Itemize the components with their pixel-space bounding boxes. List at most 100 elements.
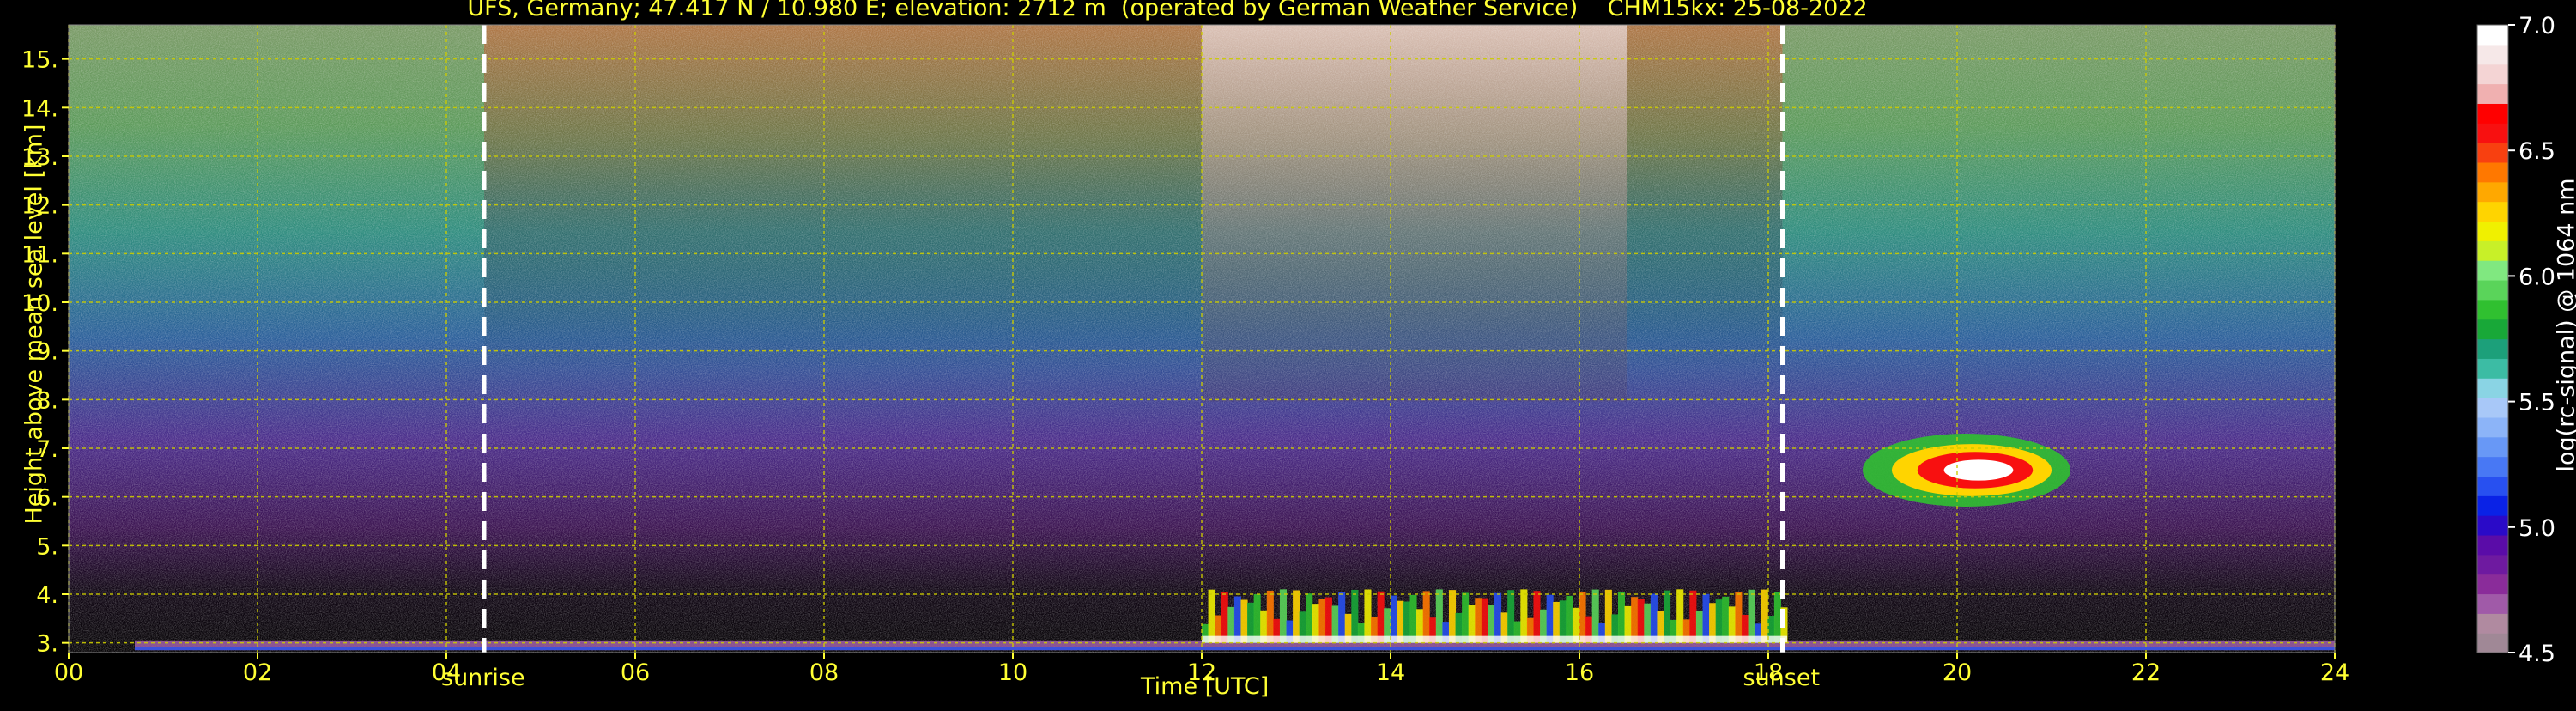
boundary-layer-strip: [1735, 592, 1742, 643]
colorbar-segment: [2477, 103, 2508, 123]
chart-canvas: 000204060810121416182022243.4.5.6.7.8.9.…: [0, 0, 2576, 708]
colorbar-segment: [2477, 495, 2508, 515]
colorbar-tick-label: 4.5: [2518, 641, 2555, 667]
boundary-layer-strip: [1280, 589, 1287, 642]
colorbar-segment: [2477, 613, 2508, 633]
boundary-layer-strip: [1409, 595, 1416, 643]
boundary-layer-strip: [1664, 591, 1670, 643]
colorbar-tick-label: 7.0: [2518, 13, 2555, 40]
boundary-layer-strip: [1306, 593, 1312, 642]
boundary-layer-strip: [1605, 590, 1612, 643]
colorbar-segment: [2477, 417, 2508, 437]
boundary-layer-strip: [1774, 592, 1781, 643]
colorbar-tick-label: 6.0: [2518, 264, 2555, 290]
y-tick-label: 15.: [21, 47, 58, 74]
boundary-layer-strip: [1436, 589, 1443, 642]
colorbar-segment: [2477, 339, 2508, 359]
colorbar-segment: [2477, 555, 2508, 574]
boundary-layer-strip: [1722, 597, 1729, 643]
colorbar-segment: [2477, 358, 2508, 378]
boundary-layer-strip: [1234, 596, 1241, 642]
x-axis-label: Time [UTC]: [1141, 673, 1269, 700]
colorbar-segment: [2477, 280, 2508, 300]
colorbar-segment: [2477, 437, 2508, 457]
feature-surface-layer-base: [135, 647, 2335, 650]
boundary-layer-strip: [1689, 591, 1696, 643]
boundary-layer-strip: [1378, 592, 1385, 643]
x-tick-label: 24: [2320, 659, 2349, 686]
chart-title: UFS, Germany; 47.417 N / 10.980 E; eleva…: [0, 0, 2335, 21]
colorbar-segment: [2477, 574, 2508, 594]
colorbar-segment: [2477, 633, 2508, 653]
boundary-layer-strip: [1221, 592, 1228, 642]
colorbar-segment: [2477, 260, 2508, 280]
x-tick-label: 06: [621, 659, 650, 686]
x-tick-label: 16: [1565, 659, 1594, 686]
chart: 000204060810121416182022243.4.5.6.7.8.9.…: [0, 0, 2576, 708]
boundary-layer-base: [1202, 636, 1787, 643]
colorbar-label: log(rc-signal) @ 1064 nm: [2554, 215, 2576, 472]
y-tick-label: 3.: [36, 631, 58, 658]
colorbar-segment: [2477, 378, 2508, 398]
boundary-layer-strip: [1462, 592, 1469, 642]
boundary-layer-strip: [1618, 592, 1625, 643]
y-tick-label: 5.: [36, 533, 58, 560]
boundary-layer-strip: [1702, 594, 1709, 643]
x-tick-label: 02: [243, 659, 272, 686]
colorbar-segment: [2477, 593, 2508, 613]
boundary-layer-strip: [1631, 597, 1638, 642]
boundary-layer-strip: [1676, 589, 1683, 642]
colorbar: 4.5 5.0 5.5 6.0 6.5 7.0: [2477, 13, 2555, 667]
boundary-layer-strip: [1520, 589, 1527, 642]
boundary-layer-strip: [1507, 590, 1514, 642]
colorbar-segment: [2477, 319, 2508, 339]
boundary-layer-strip: [1761, 590, 1768, 643]
colorbar-segment: [2477, 398, 2508, 417]
y-tick-label: 14.: [21, 95, 58, 122]
boundary-layer-strip: [1749, 590, 1755, 643]
boundary-layer-strip: [1423, 591, 1430, 642]
x-tick-label: 10: [998, 659, 1027, 686]
boundary-layer-strip: [1533, 591, 1540, 642]
colorbar-segment: [2477, 64, 2508, 84]
boundary-layer-strip: [1592, 590, 1599, 643]
x-tick-label: 22: [2131, 659, 2161, 686]
colorbar-segment: [2477, 182, 2508, 202]
boundary-layer-strip: [1566, 596, 1573, 643]
x-tick-label: 08: [809, 659, 839, 686]
boundary-layer-strip: [1293, 590, 1300, 642]
boundary-layer-strip: [1449, 590, 1456, 643]
boundary-layer-strip: [1338, 592, 1345, 643]
colorbar-segment: [2477, 300, 2508, 319]
boundary-layer-strip: [1547, 595, 1554, 643]
sunset-label: sunset: [1743, 665, 1821, 691]
boundary-layer-strip: [1391, 596, 1397, 643]
noise-overlay: [69, 25, 2335, 653]
colorbar-segment: [2477, 25, 2508, 45]
boundary-layer-strip: [1254, 594, 1261, 643]
colorbar-tick-label: 5.0: [2518, 515, 2555, 542]
sunrise-label: sunrise: [441, 665, 525, 691]
colorbar-segment: [2477, 240, 2508, 260]
colorbar-tick-label: 6.5: [2518, 138, 2555, 165]
colorbar-segment: [2477, 202, 2508, 222]
colorbar-tick-label: 5.5: [2518, 390, 2555, 416]
boundary-layer-strip: [1351, 590, 1358, 643]
colorbar-segment: [2477, 535, 2508, 555]
boundary-layer-strip: [1494, 593, 1501, 643]
boundary-layer-strip: [1267, 591, 1274, 643]
y-axis-label: Height above mean sea level [km]: [21, 164, 48, 525]
cloud-peak: [1944, 459, 2014, 480]
colorbar-segment: [2477, 162, 2508, 182]
colorbar-segment: [2477, 45, 2508, 64]
colorbar-segment: [2477, 221, 2508, 240]
boundary-layer-strip: [1209, 590, 1215, 643]
colorbar-segment: [2477, 476, 2508, 495]
x-tick-label: 20: [1943, 659, 1972, 686]
colorbar-segment: [2477, 457, 2508, 477]
boundary-layer-strip: [1364, 589, 1371, 642]
x-tick-label: 00: [54, 659, 83, 686]
x-tick-label: 14: [1376, 659, 1405, 686]
colorbar-segment: [2477, 123, 2508, 143]
colorbar-segment: [2477, 515, 2508, 535]
